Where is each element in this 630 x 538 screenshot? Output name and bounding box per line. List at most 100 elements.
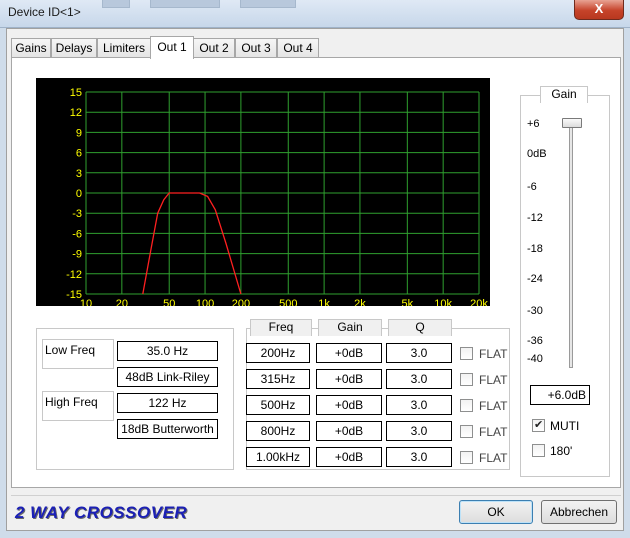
eq-band-freq-field[interactable]: 1.00kHz bbox=[246, 447, 310, 467]
high-freq-field[interactable]: 122 Hz bbox=[117, 393, 218, 413]
graph-x-tick-label: 500 bbox=[279, 298, 297, 306]
phase-180-checkbox[interactable] bbox=[532, 444, 545, 457]
tab-out-1[interactable]: Out 1 bbox=[150, 36, 194, 59]
ok-button[interactable]: OK bbox=[459, 500, 533, 524]
high-freq-label: High Freq bbox=[45, 395, 98, 409]
eq-band-flat-checkbox[interactable] bbox=[460, 347, 473, 360]
eq-band-flat-label: FLAT bbox=[479, 451, 508, 465]
eq-band-freq-field[interactable]: 800Hz bbox=[246, 421, 310, 441]
gain-scale-label: 0dB bbox=[527, 148, 547, 160]
window-title: Device ID<1> bbox=[8, 5, 81, 19]
graph-y-tick-label: 3 bbox=[76, 168, 82, 180]
graph-x-tick-label: 20 bbox=[116, 298, 128, 306]
high-filter-type-field[interactable]: 18dB Butterworth bbox=[117, 419, 218, 439]
eq-band-q-field[interactable]: 3.0 bbox=[386, 343, 452, 363]
tab-label: Gains bbox=[15, 41, 47, 55]
title-bar-decoration bbox=[150, 0, 220, 8]
gain-scale-label: +6 bbox=[527, 118, 540, 130]
tab-delays[interactable]: Delays bbox=[51, 38, 97, 58]
close-button[interactable]: X bbox=[574, 0, 624, 20]
graph-y-tick-label: -3 bbox=[72, 208, 82, 220]
eq-band-q-field[interactable]: 3.0 bbox=[386, 395, 452, 415]
eq-band-flat-checkbox[interactable] bbox=[460, 399, 473, 412]
eq-band-gain-field[interactable]: +0dB bbox=[316, 343, 382, 363]
gain-scale-label: -18 bbox=[527, 243, 543, 255]
graph-x-tick-label: 100 bbox=[196, 298, 214, 306]
eq-band-flat-checkbox[interactable] bbox=[460, 373, 473, 386]
tab-label: Out 4 bbox=[283, 41, 313, 55]
frequency-response-graph: 10 20 50 100 200 500 1k 2k 5k 10k 20k 15 12 9 6 3 0 -3 -6-… bbox=[36, 78, 490, 310]
gain-slider-track[interactable] bbox=[569, 122, 573, 368]
graph-y-tick-label: 6 bbox=[76, 148, 82, 160]
tab-out-3[interactable]: Out 3 bbox=[235, 38, 277, 58]
graph-x-tick-label: 200 bbox=[232, 298, 250, 306]
low-freq-field[interactable]: 35.0 Hz bbox=[117, 341, 218, 361]
gain-scale-label: -6 bbox=[527, 181, 537, 193]
frequency-response-plot: 10 20 50 100 200 500 1k 2k 5k 10k 20k15129630-3-6-… bbox=[66, 87, 488, 310]
graph-y-tick-label: -12 bbox=[66, 269, 82, 281]
tab-label: Limiters bbox=[102, 41, 145, 55]
muti-checkbox[interactable] bbox=[532, 418, 545, 432]
graph-y-tick-label: -6 bbox=[72, 228, 82, 240]
graph-y-tick-label: 12 bbox=[70, 107, 82, 119]
eq-band-gain-field[interactable]: +0dB bbox=[316, 447, 382, 467]
eq-band-gain-field[interactable]: +0dB bbox=[316, 421, 382, 441]
tab-label: Delays bbox=[55, 41, 93, 55]
eq-band-freq-field[interactable]: 315Hz bbox=[246, 369, 310, 389]
graph-x-tick-label: 50 bbox=[163, 298, 175, 306]
phase-180-label: 180' bbox=[550, 444, 573, 458]
gain-slider-thumb[interactable] bbox=[562, 118, 582, 128]
brand-label: 2 WAY CROSSOVER bbox=[15, 503, 188, 522]
footer-separator bbox=[11, 495, 621, 496]
tab-label: Out 3 bbox=[241, 41, 271, 55]
out-1-panel: 10 20 50 100 200 500 1k 2k 5k 10k 20k 15 12 9 6 3 0 -3 -6-… bbox=[11, 57, 621, 488]
eq-band-q-field[interactable]: 3.0 bbox=[386, 421, 452, 441]
close-icon: X bbox=[594, 1, 604, 16]
title-bar-decoration bbox=[240, 0, 296, 8]
gain-value-field[interactable]: +6.0dB bbox=[530, 385, 590, 405]
title-bar-decoration bbox=[102, 0, 130, 8]
eq-band-flat-label: FLAT bbox=[479, 425, 508, 439]
gain-scale-label: -24 bbox=[527, 273, 543, 285]
eq-band-flat-label: FLAT bbox=[479, 373, 508, 387]
tab-out-2[interactable]: Out 2 bbox=[193, 38, 235, 58]
graph-x-tick-label: 1k bbox=[318, 298, 330, 306]
eq-band-flat-label: FLAT bbox=[479, 399, 508, 413]
eq-freq-header: Freq bbox=[250, 319, 312, 336]
graph-x-tick-label: 20k bbox=[470, 298, 488, 306]
gain-scale-label: -30 bbox=[527, 305, 543, 317]
dialog-body: Gains Delays Limiters Out 1 Out 2 Out 3 … bbox=[6, 28, 624, 531]
gain-scale-label: -36 bbox=[527, 335, 543, 347]
graph-response-curve bbox=[142, 192, 242, 295]
crossover-settings-group: Low Freq 35.0 Hz 48dB Link-Riley High Fr… bbox=[36, 328, 234, 470]
graph-x-tick-label: 10k bbox=[434, 298, 452, 306]
muti-label: MUTI bbox=[550, 419, 580, 433]
eq-gain-header: Gain bbox=[318, 319, 382, 336]
low-freq-label: Low Freq bbox=[45, 343, 96, 357]
tab-out-4[interactable]: Out 4 bbox=[277, 38, 319, 58]
gain-group-title: Gain bbox=[540, 86, 588, 103]
graph-y-tick-label: -15 bbox=[66, 289, 82, 301]
graph-x-tick-label: 2k bbox=[354, 298, 366, 306]
eq-band-freq-field[interactable]: 500Hz bbox=[246, 395, 310, 415]
eq-band-gain-field[interactable]: +0dB bbox=[316, 395, 382, 415]
graph-y-tick-label: 15 bbox=[70, 87, 82, 99]
graph-x-tick-label: 5k bbox=[402, 298, 414, 306]
title-bar[interactable]: Device ID<1> X bbox=[0, 0, 630, 28]
eq-band-gain-field[interactable]: +0dB bbox=[316, 369, 382, 389]
eq-band-flat-checkbox[interactable] bbox=[460, 451, 473, 464]
graph-y-tick-label: -9 bbox=[72, 249, 82, 261]
tab-label: Out 2 bbox=[199, 41, 229, 55]
low-filter-type-field[interactable]: 48dB Link-Riley bbox=[117, 367, 218, 387]
tab-gains[interactable]: Gains bbox=[11, 38, 51, 58]
gain-scale-label: -40 bbox=[527, 353, 543, 365]
cancel-button[interactable]: Abbrechen bbox=[541, 500, 617, 524]
eq-band-q-field[interactable]: 3.0 bbox=[386, 447, 452, 467]
tab-label: Out 1 bbox=[157, 40, 187, 54]
eq-band-q-field[interactable]: 3.0 bbox=[386, 369, 452, 389]
gain-scale-label: -12 bbox=[527, 212, 543, 224]
tab-limiters[interactable]: Limiters bbox=[97, 38, 151, 58]
eq-band-flat-checkbox[interactable] bbox=[460, 425, 473, 438]
graph-y-tick-label: 9 bbox=[76, 127, 82, 139]
eq-band-freq-field[interactable]: 200Hz bbox=[246, 343, 310, 363]
